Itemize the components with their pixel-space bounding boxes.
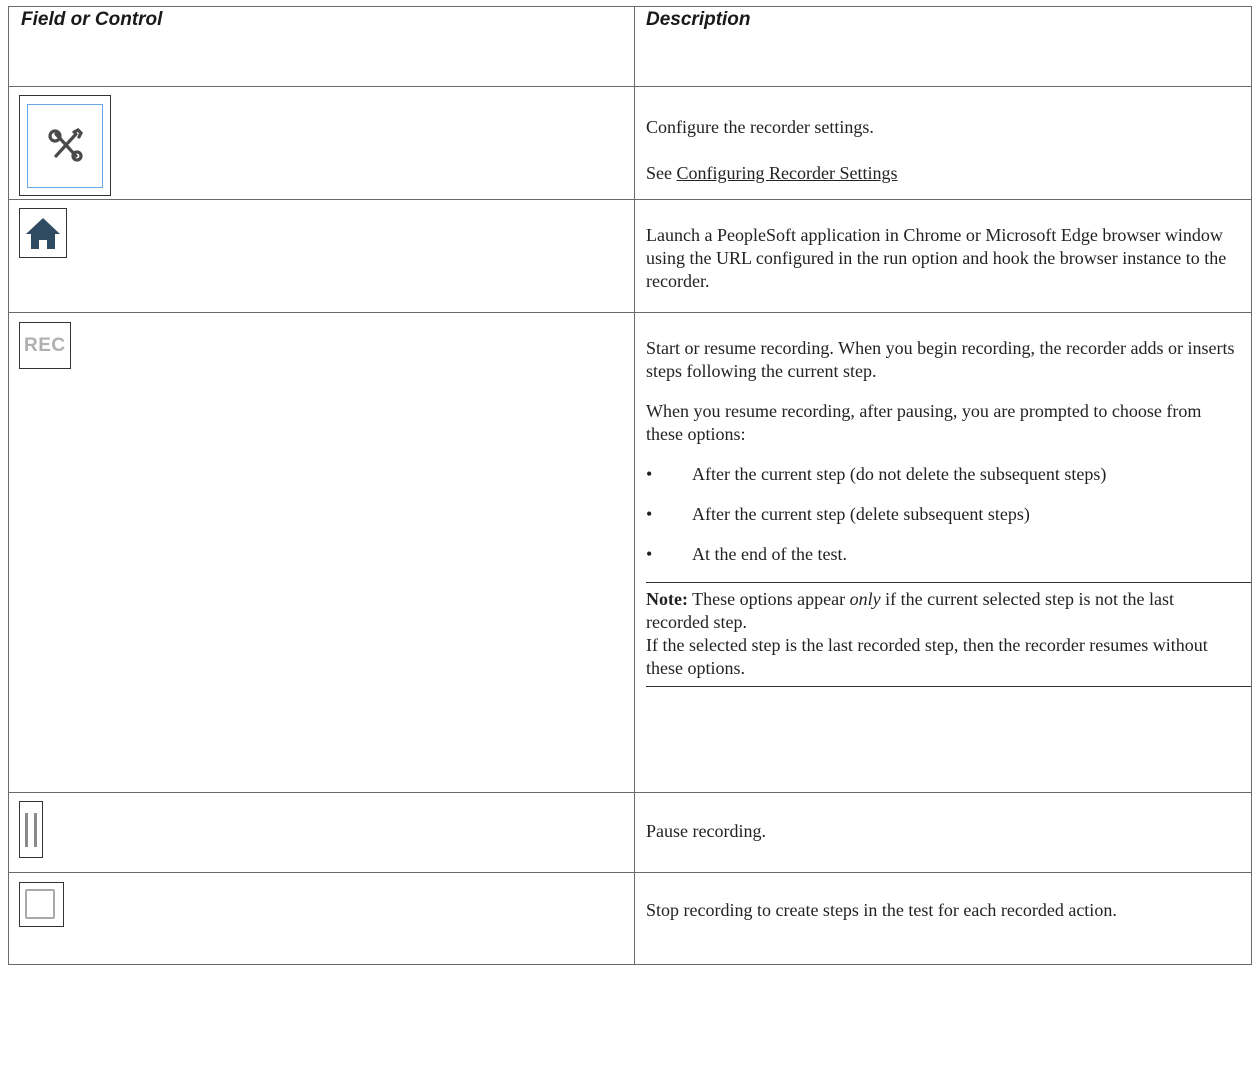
description-cell: Stop recording to create steps in the te… — [634, 872, 1252, 965]
description-cell: Launch a PeopleSoft application in Chrom… — [634, 199, 1252, 313]
stop-icon — [25, 889, 55, 919]
rec-icon: REC — [24, 335, 66, 356]
field-cell: REC — [8, 312, 635, 793]
recorder-settings-button[interactable] — [19, 95, 111, 196]
note-text-2: If the selected step is the last recorde… — [646, 635, 1208, 678]
description-text: Start or resume recording. When you begi… — [646, 338, 1235, 381]
rec-button[interactable]: REC — [19, 322, 71, 369]
list-item: • After the current step (delete subseque… — [646, 504, 1030, 524]
description-text: Launch a PeopleSoft application in Chrom… — [646, 225, 1227, 291]
stop-button[interactable] — [19, 882, 64, 927]
table-row: Launch a PeopleSoft application in Chrom… — [8, 199, 1252, 313]
description-cell: Start or resume recording. When you begi… — [634, 312, 1252, 793]
see-prefix: See — [646, 163, 677, 183]
description-text: Stop recording to create steps in the te… — [646, 900, 1117, 920]
pause-button[interactable] — [19, 801, 43, 858]
field-cell — [8, 86, 635, 200]
field-description-table: Field or Control Description Configure t… — [8, 6, 1252, 965]
note-box: Note: These options appear only if the c… — [646, 582, 1252, 687]
table-row: Pause recording. — [8, 792, 1252, 873]
table-header-row: Field or Control Description — [8, 6, 1252, 87]
table-row: REC Start or resume recording. When you … — [8, 312, 1252, 793]
description-text: Pause recording. — [646, 821, 766, 841]
description-text: Configure the recorder settings. — [646, 117, 874, 137]
list-item: • After the current step (do not delete t… — [646, 464, 1107, 484]
launch-home-button[interactable] — [19, 208, 67, 258]
configuring-recorder-settings-link[interactable]: Configuring Recorder Settings — [677, 163, 898, 183]
table-row: Stop recording to create steps in the te… — [8, 872, 1252, 965]
table-row: Configure the recorder settings. See Con… — [8, 86, 1252, 200]
note-text: Note: These options appear only if the c… — [646, 589, 1175, 632]
home-icon — [26, 218, 60, 249]
field-cell — [8, 872, 635, 965]
description-text-2: When you resume recording, after pausing… — [646, 401, 1202, 444]
recorder-settings-icon — [48, 128, 83, 162]
column-header-field: Field or Control — [8, 6, 635, 87]
column-header-description: Description — [634, 6, 1252, 87]
see-also-text: See Configuring Recorder Settings — [646, 162, 1240, 185]
field-cell — [8, 199, 635, 313]
list-item: • At the end of the test. — [646, 544, 847, 564]
field-cell — [8, 792, 635, 873]
description-cell: Pause recording. — [634, 792, 1252, 873]
pause-icon — [25, 813, 37, 847]
description-cell: Configure the recorder settings. See Con… — [634, 86, 1252, 200]
